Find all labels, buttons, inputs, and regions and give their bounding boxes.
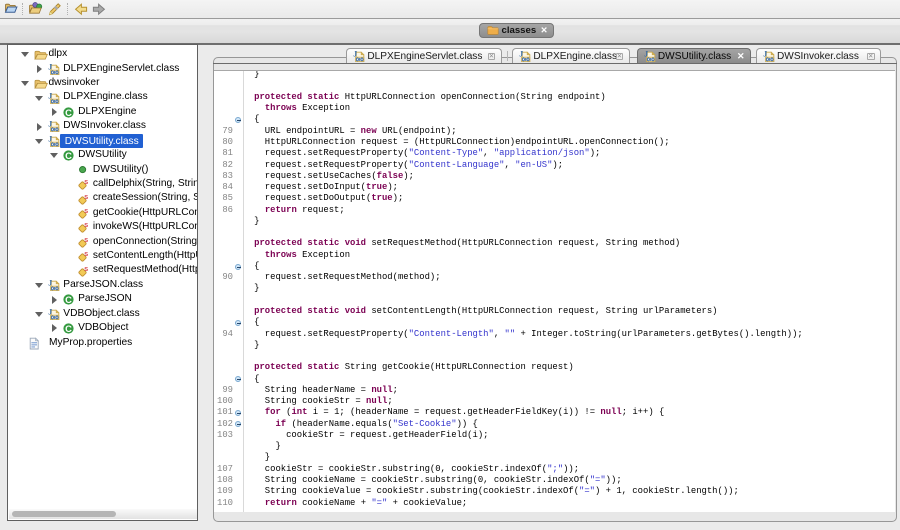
svg-text:C: C: [65, 107, 72, 118]
svg-text:S: S: [84, 252, 88, 258]
svg-text:C: C: [65, 150, 72, 161]
svg-text:S: S: [84, 209, 88, 215]
svg-text:S: S: [84, 267, 88, 273]
svg-text:S: S: [84, 238, 88, 244]
svg-text:S: S: [84, 180, 88, 186]
svg-text:S: S: [84, 224, 88, 230]
svg-text:S: S: [84, 195, 88, 201]
svg-text:C: C: [65, 323, 72, 334]
svg-text:C: C: [65, 294, 72, 305]
